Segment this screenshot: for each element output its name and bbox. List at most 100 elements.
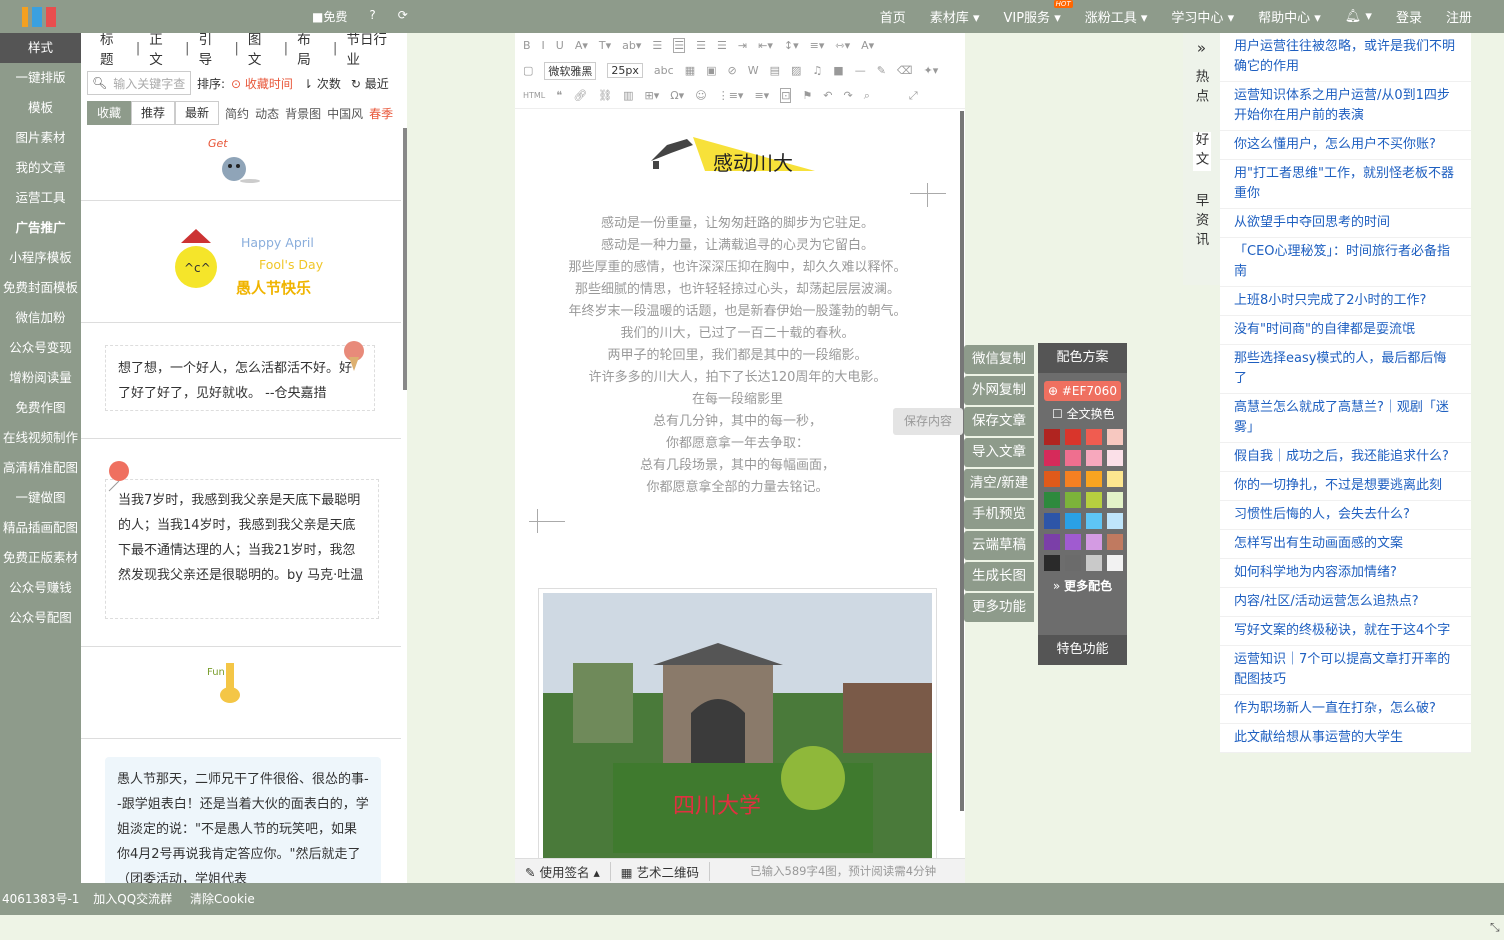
side-button[interactable]: 云端草稿 [964, 531, 1034, 560]
tag-spring[interactable]: 春季 [369, 105, 393, 122]
format-brush-icon[interactable]: ✎ [877, 64, 886, 77]
style-card[interactable]: Get [81, 129, 401, 201]
color-swatch[interactable] [1107, 450, 1123, 466]
clear-cookie-link[interactable]: 清除Cookie [190, 892, 255, 906]
style-card[interactable]: Fun [81, 647, 401, 739]
article-link[interactable]: 作为职场新人一直在打杂，怎么破? [1220, 695, 1471, 724]
article-link[interactable]: 没有"时间商"的自律都是耍流氓 [1220, 316, 1471, 345]
image-icon[interactable]: ▣ [706, 64, 716, 77]
sidebar-item[interactable]: 高清精准配图 [0, 453, 81, 483]
tag-background[interactable]: 背景图 [285, 105, 321, 122]
special-features-button[interactable]: 特色功能 [1038, 635, 1127, 665]
sidebar-item[interactable]: 一键做图 [0, 483, 81, 513]
tab-morning-news[interactable]: 早资讯 [1193, 193, 1211, 252]
table-icon[interactable]: ▦ [685, 64, 695, 77]
color-swatch[interactable] [1107, 429, 1123, 445]
resize-icon[interactable]: ⤡ [1490, 920, 1500, 935]
article-link[interactable]: 运营知识体系之用户运营/从0到1四步开始你在用户前的表演 [1220, 82, 1471, 131]
fullscreen-icon[interactable]: ⤢ [909, 89, 918, 103]
refresh-icon[interactable]: ⟳ [398, 8, 408, 25]
font-bg-icon[interactable]: T▾ [599, 39, 611, 52]
color-swatch[interactable] [1086, 429, 1102, 445]
article-link[interactable]: 习惯性后悔的人，会失去什么? [1220, 501, 1471, 530]
nav-help[interactable]: 帮助中心 ▾ [1258, 7, 1321, 26]
search-replace-icon[interactable]: ⌕ [864, 89, 870, 103]
login-link[interactable]: 登录 [1396, 7, 1422, 26]
color-swatch[interactable] [1044, 555, 1060, 571]
article-link[interactable]: 你这么懂用户，怎么用户不买你账? [1220, 131, 1471, 160]
sidebar-item[interactable]: 在线视频制作 [0, 423, 81, 453]
sidebar-item[interactable]: 公众号赚钱 [0, 573, 81, 603]
emoji-icon[interactable]: ☺ [695, 89, 706, 102]
redo-icon[interactable]: ↷ [844, 89, 853, 102]
color-swatch[interactable] [1086, 555, 1102, 571]
horizontal-line-icon[interactable]: — [855, 64, 866, 77]
signature-button[interactable]: ✎ 使用签名 ▴ [525, 861, 611, 881]
side-button[interactable]: 外网复制 [964, 376, 1034, 405]
align-left-icon[interactable]: ☰ [652, 39, 662, 52]
side-button[interactable]: 保存文章 [964, 407, 1034, 436]
eraser-icon[interactable]: ⌫ [897, 64, 913, 77]
color-swatch[interactable] [1065, 534, 1081, 550]
select-all-icon[interactable]: ⊡ [780, 88, 792, 103]
sidebar-item[interactable]: 一键排版 [0, 63, 81, 93]
current-color[interactable]: ⊕ #EF7060 [1044, 381, 1121, 401]
side-button[interactable]: 清空/新建 [964, 469, 1034, 498]
paragraph-spacing-icon[interactable]: ≡▾ [810, 39, 825, 52]
color-swatch[interactable] [1107, 492, 1123, 508]
text-size-icon[interactable]: A▾ [861, 39, 874, 52]
more-colors-button[interactable]: » 更多配色 [1038, 577, 1127, 594]
sort-collect-time[interactable]: ⊙ 收藏时间 [231, 75, 293, 92]
sidebar-item[interactable]: 免费封面模板 [0, 273, 81, 303]
sidebar-item[interactable]: 免费作图 [0, 393, 81, 423]
filter-collect[interactable]: 收藏 [87, 101, 132, 125]
gallery-icon[interactable]: ▨ [791, 64, 801, 77]
article-link[interactable]: 上班8小时只完成了2小时的工作? [1220, 287, 1471, 316]
indent-icon[interactable]: ⇥ [738, 39, 747, 52]
html-icon[interactable]: HTML [523, 91, 545, 100]
bell-icon[interactable]: 🔔︎ ▾ [1345, 9, 1372, 24]
color-swatch[interactable] [1065, 429, 1081, 445]
article-link[interactable]: 怎样写出有生动画面感的文案 [1220, 530, 1471, 559]
article-link[interactable]: 用"打工者思维"工作，就别怪老板不器重你 [1220, 160, 1471, 209]
sidebar-item[interactable]: 图片素材 [0, 123, 81, 153]
special-char-icon[interactable]: Ω▾ [670, 89, 684, 102]
anchor-icon[interactable]: ⚑ [802, 89, 812, 102]
color-swatch[interactable] [1065, 513, 1081, 529]
italic-icon[interactable]: I [542, 39, 545, 52]
color-swatch[interactable] [1107, 471, 1123, 487]
tab-title[interactable]: 标题 [93, 33, 134, 68]
tab-holiday[interactable]: 节日行业 [339, 33, 406, 68]
nav-vip[interactable]: VIP服务 ▾ HOT [1003, 0, 1073, 26]
sort-count[interactable]: ⇂ 次数 [303, 75, 341, 92]
filter-newest[interactable]: 最新 [175, 101, 220, 125]
register-link[interactable]: 注册 [1446, 7, 1472, 26]
help-icon[interactable]: ? [369, 8, 375, 25]
color-swatch[interactable] [1086, 492, 1102, 508]
sidebar-item[interactable]: 公众号配图 [0, 603, 81, 633]
sidebar-item[interactable]: 增粉阅读量 [0, 363, 81, 393]
side-button[interactable]: 微信复制 [964, 345, 1034, 374]
color-swatch[interactable] [1065, 492, 1081, 508]
undo-icon[interactable]: ↶ [823, 89, 832, 102]
insert-frame-icon[interactable]: ⊞▾ [645, 89, 660, 102]
bold-icon[interactable]: B [523, 39, 531, 52]
color-swatch[interactable] [1086, 534, 1102, 550]
sidebar-item[interactable]: 微信加粉 [0, 303, 81, 333]
magic-icon[interactable]: ✦▾ [923, 64, 938, 77]
outdent-icon[interactable]: ⇤▾ [758, 39, 773, 52]
tab-body[interactable]: 正文 [142, 33, 183, 68]
side-button[interactable]: 更多功能 [964, 593, 1034, 622]
sidebar-item[interactable]: 精品插画配图 [0, 513, 81, 543]
tag-simple[interactable]: 简约 [225, 105, 249, 122]
qq-group-link[interactable]: 加入QQ交流群 [93, 892, 172, 906]
highlight-icon[interactable]: ab▾ [622, 39, 641, 52]
style-panel-scrollbar[interactable] [403, 128, 407, 390]
color-swatch[interactable] [1044, 471, 1060, 487]
style-card[interactable]: 愚人节那天，二师兄干了件很俗、很怂的事--跟学姐表白！还是当着大伙的面表白的，学… [81, 739, 401, 883]
strikethrough-icon[interactable]: abc [654, 64, 674, 77]
tag-chinese-style[interactable]: 中国风 [327, 105, 363, 122]
font-select[interactable]: 微软雅黑 [544, 61, 597, 80]
document-icon[interactable]: ▢ [523, 64, 533, 77]
sidebar-item[interactable]: 模板 [0, 93, 81, 123]
